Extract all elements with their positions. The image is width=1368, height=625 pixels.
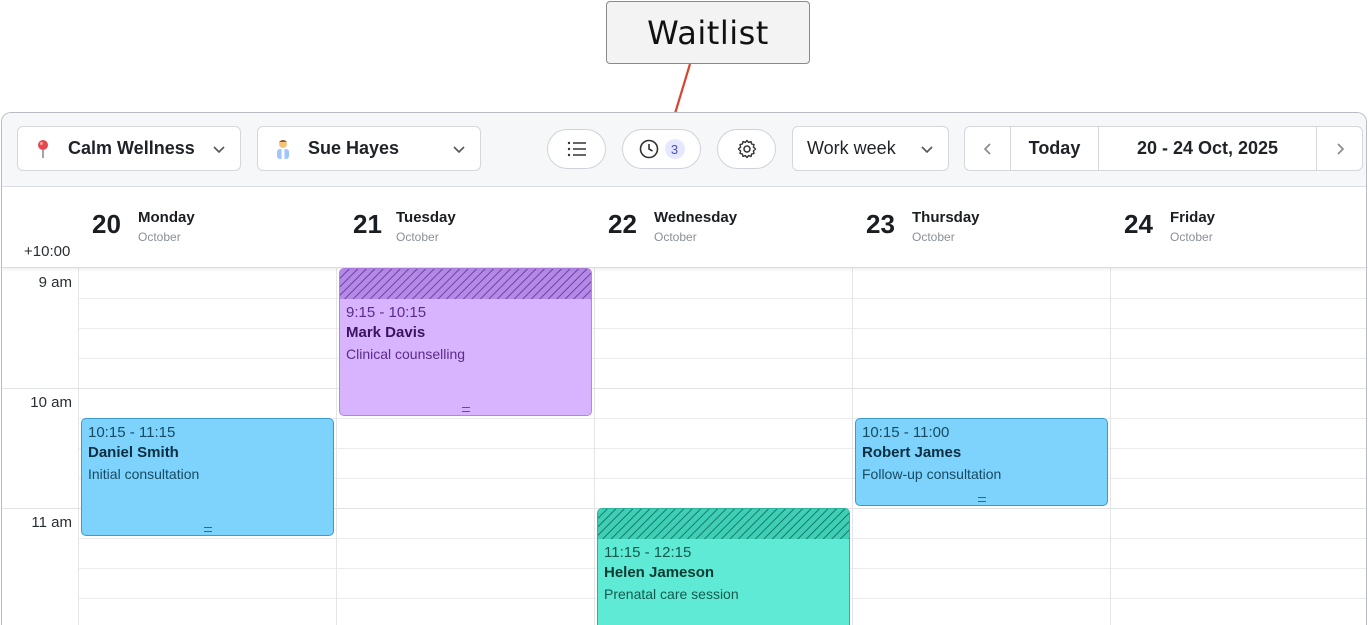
- day-name: Tuesday: [396, 209, 456, 226]
- day-number: 20: [92, 209, 121, 239]
- appointment-client: Robert James: [862, 444, 962, 461]
- pin-icon: [32, 139, 54, 159]
- day-number: 23: [866, 209, 895, 239]
- chevron-right-icon: [1336, 142, 1344, 155]
- date-range-label[interactable]: 20 - 24 Oct, 2025: [1099, 127, 1316, 170]
- day-header: +10:00 20 Monday October 21 Tuesday Octo…: [2, 187, 1366, 268]
- day-name: Friday: [1170, 209, 1216, 226]
- appointment-type: Clinical counselling: [346, 346, 466, 362]
- appointment-type: Prenatal care session: [604, 586, 739, 602]
- day-month: October: [654, 230, 697, 244]
- gear-icon: [737, 139, 756, 159]
- toolbar: Calm Wellness Sue Hayes 3 Work week Toda…: [2, 113, 1366, 187]
- chevron-down-icon: [921, 145, 933, 153]
- appointment-type: Follow-up consultation: [862, 466, 1002, 482]
- day-name: Wednesday: [654, 209, 738, 226]
- appointment-client: Daniel Smith: [88, 444, 179, 461]
- appointment-card[interactable]: 10:15 - 11:00 Robert James Follow-up con…: [855, 418, 1108, 506]
- next-week-button[interactable]: [1317, 127, 1362, 170]
- date-navigation: Today 20 - 24 Oct, 2025: [964, 126, 1363, 171]
- time-label: 9 am: [38, 274, 72, 291]
- day-month: October: [396, 230, 439, 244]
- buffer-hatch: [598, 509, 849, 539]
- resize-handle[interactable]: [203, 527, 212, 532]
- waitlist-button[interactable]: 3: [622, 129, 701, 169]
- appointment-time: 11:15 - 12:15: [604, 544, 692, 561]
- location-select[interactable]: Calm Wellness: [17, 126, 241, 171]
- day-name: Thursday: [912, 209, 980, 226]
- list-view-button[interactable]: [547, 129, 606, 169]
- list-icon: [567, 141, 586, 157]
- waitlist-callout: Waitlist: [606, 1, 810, 64]
- today-button[interactable]: Today: [1011, 127, 1098, 170]
- view-select[interactable]: Work week: [792, 126, 949, 171]
- doctor-icon: [272, 139, 294, 159]
- chevron-down-icon: [213, 145, 225, 153]
- day-month: October: [138, 230, 181, 244]
- appointment-client: Helen Jameson: [604, 564, 715, 581]
- appointment-card[interactable]: 9:15 - 10:15 Mark Davis Clinical counsel…: [339, 268, 592, 416]
- day-number: 22: [608, 209, 637, 239]
- calendar-grid[interactable]: 9 am 10 am 11 am 9:15 - 10:15 Mark Davis…: [2, 268, 1366, 625]
- practitioner-select[interactable]: Sue Hayes: [257, 126, 481, 171]
- chevron-down-icon: [453, 145, 465, 153]
- practitioner-label: Sue Hayes: [308, 138, 400, 158]
- day-number: 21: [353, 209, 382, 239]
- calendar-app: Calm Wellness Sue Hayes 3 Work week Toda…: [1, 112, 1367, 625]
- day-number: 24: [1124, 209, 1153, 239]
- chevron-left-icon: [983, 142, 991, 155]
- clock-icon: [639, 139, 658, 159]
- appointment-time: 10:15 - 11:00: [862, 424, 950, 441]
- previous-week-button[interactable]: [965, 127, 1010, 170]
- buffer-hatch: [340, 269, 591, 299]
- appointment-card[interactable]: 11:15 - 12:15 Helen Jameson Prenatal car…: [597, 508, 850, 625]
- day-month: October: [1170, 230, 1213, 244]
- resize-handle[interactable]: [461, 407, 470, 412]
- appointment-time: 10:15 - 11:15: [88, 424, 176, 441]
- day-month: October: [912, 230, 955, 244]
- location-label: Calm Wellness: [68, 138, 195, 158]
- waitlist-count-badge: 3: [664, 139, 685, 159]
- view-label: Work week: [807, 138, 896, 158]
- day-name: Monday: [138, 209, 195, 226]
- appointment-card[interactable]: 10:15 - 11:15 Daniel Smith Initial consu…: [81, 418, 334, 536]
- appointment-type: Initial consultation: [88, 466, 200, 482]
- appointment-client: Mark Davis: [346, 324, 426, 341]
- time-label: 10 am: [30, 394, 72, 411]
- settings-button[interactable]: [717, 129, 776, 169]
- callout-text: Waitlist: [647, 13, 769, 52]
- appointment-time: 9:15 - 10:15: [346, 304, 427, 321]
- time-label: 11 am: [31, 514, 72, 531]
- timezone-label: +10:00: [24, 243, 71, 260]
- resize-handle[interactable]: [977, 497, 986, 502]
